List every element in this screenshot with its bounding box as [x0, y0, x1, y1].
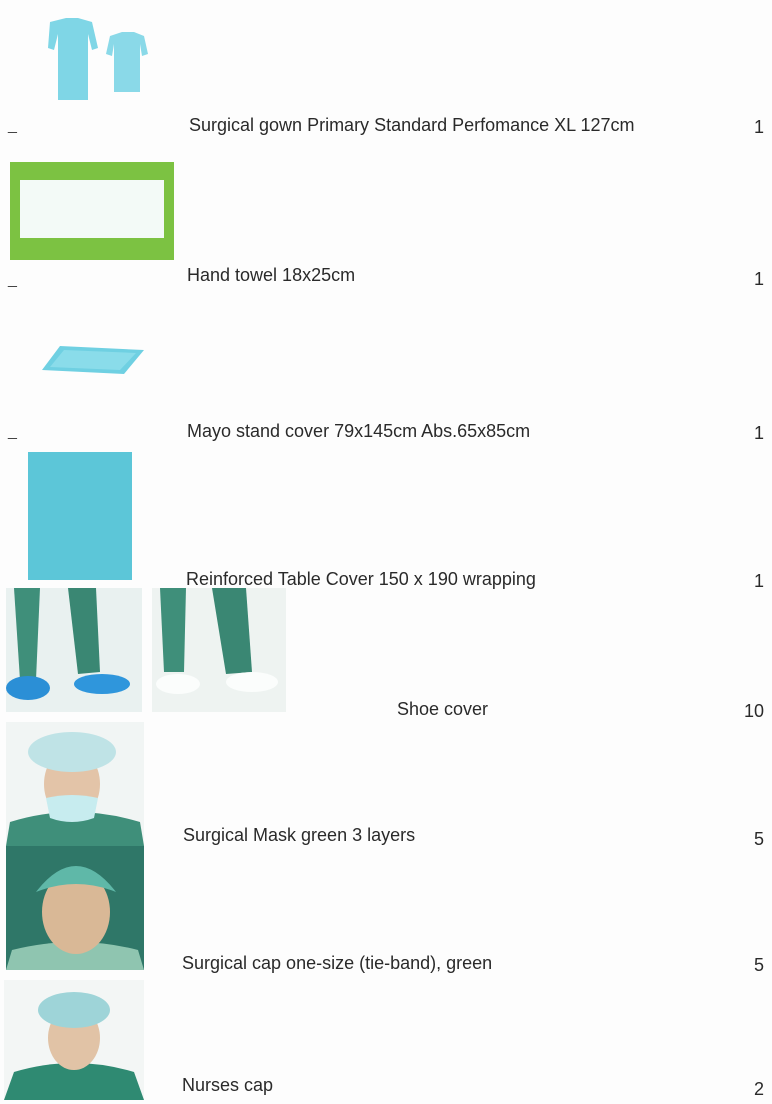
- shoe-cover-image: [6, 588, 142, 712]
- item-name: Shoe cover: [397, 699, 489, 719]
- item-quantity: 1: [753, 423, 764, 443]
- item-marker: _: [8, 423, 17, 440]
- item-quantity: 5: [753, 829, 764, 849]
- item-name: Nurses cap: [182, 1075, 274, 1095]
- item-marker: _: [8, 271, 17, 288]
- item-marker: _: [8, 117, 17, 134]
- item-quantity: 1: [753, 117, 764, 137]
- hand-towel-image: [10, 162, 174, 260]
- table-cover-image: [28, 452, 132, 580]
- surgical-cap-image: [6, 846, 144, 970]
- mayo-stand-cover-image: [40, 344, 148, 378]
- item-quantity: 2: [753, 1079, 764, 1099]
- nurses-cap-image: [4, 980, 144, 1100]
- item-quantity: 10: [743, 701, 764, 721]
- shoe-cover-image: [152, 588, 286, 712]
- item-name: Hand towel 18x25cm: [187, 265, 356, 285]
- item-quantity: 1: [753, 571, 764, 591]
- gown-image: [30, 14, 154, 104]
- item-name: Reinforced Table Cover 150 x 190 wrappin…: [186, 569, 536, 589]
- item-quantity: 1: [753, 269, 764, 289]
- surgical-mask-image: [6, 722, 144, 846]
- item-quantity: 5: [753, 955, 764, 975]
- item-name: Surgical Mask green 3 layers: [183, 825, 416, 845]
- item-name: Mayo stand cover 79x145cm Abs.65x85cm: [187, 421, 531, 441]
- item-name: Surgical cap one-size (tie-band), green: [182, 953, 493, 973]
- item-name: Surgical gown Primary Standard Perfomanc…: [189, 115, 635, 135]
